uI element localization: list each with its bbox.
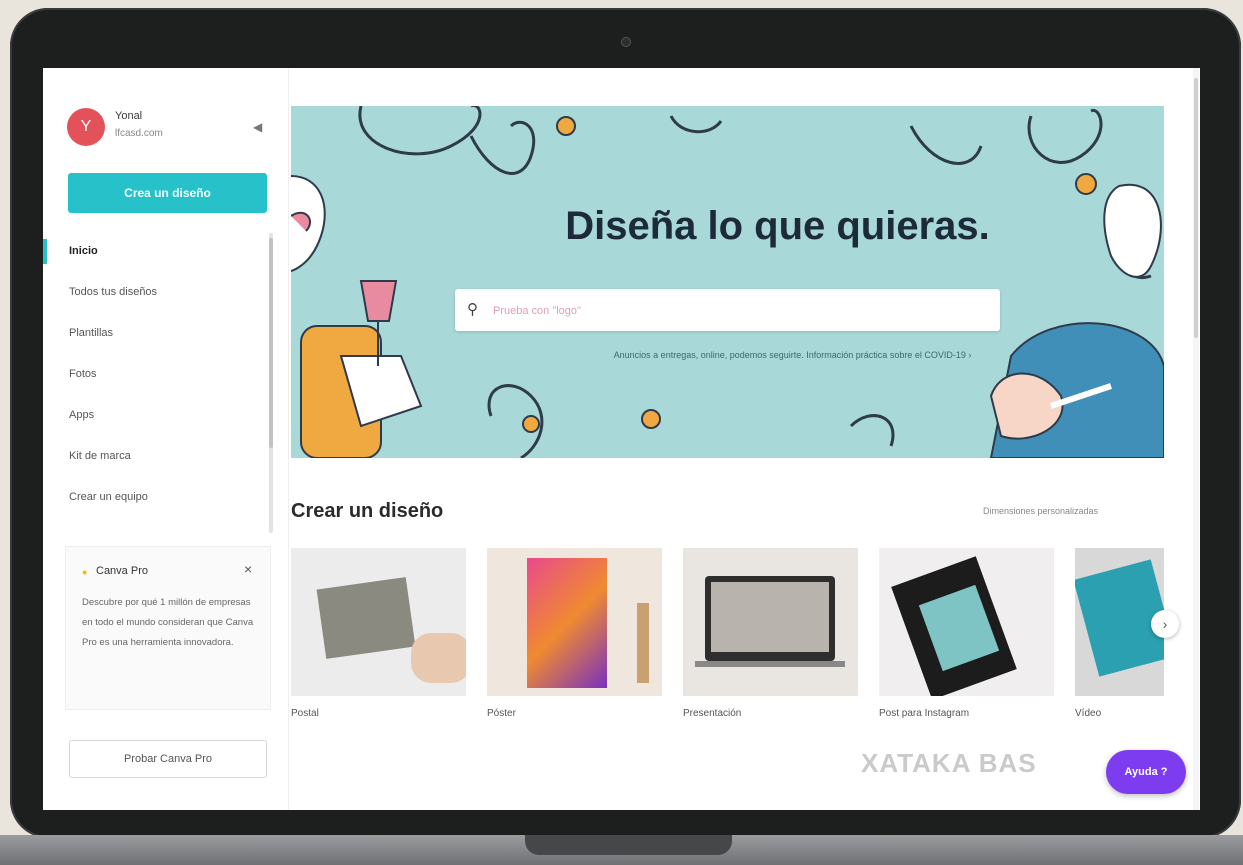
pro-card-text: Descubre por qué 1 millón de empresas en… — [82, 597, 254, 648]
sidebar-item-apps[interactable]: Apps — [43, 395, 273, 436]
avatar[interactable]: Y — [67, 108, 105, 146]
search-icon: ⚲ — [467, 301, 478, 318]
card-label: Póster — [487, 708, 516, 719]
pro-card-title: Canva Pro — [96, 565, 148, 577]
sidebar-item-templates[interactable]: Plantillas — [43, 313, 273, 354]
search-bar[interactable]: ⚲ — [455, 289, 1000, 331]
design-card-presentation[interactable]: Presentación — [683, 548, 858, 719]
close-icon[interactable]: × — [244, 561, 252, 577]
collapse-icon[interactable]: ◀ — [253, 120, 262, 134]
card-thumbnail — [683, 548, 858, 696]
webcam — [621, 37, 631, 47]
design-card-video[interactable]: Vídeo — [1075, 548, 1164, 719]
main-content: Diseña lo que quieras. ⚲ Anuncios a entr… — [289, 68, 1200, 810]
search-input[interactable] — [491, 297, 985, 325]
sidebar-scroll-thumb[interactable] — [269, 238, 273, 448]
carousel-next-icon[interactable]: › — [1151, 610, 1179, 638]
main-scroll-thumb[interactable] — [1194, 78, 1198, 338]
hero-banner: Diseña lo que quieras. ⚲ Anuncios a entr… — [291, 106, 1164, 458]
sidebar-item-create-team[interactable]: Crear un equipo — [43, 477, 273, 518]
canva-pro-card: ● Canva Pro × Descubre por qué 1 millón … — [65, 546, 271, 710]
card-label: Post para Instagram — [879, 708, 970, 719]
design-card-postcard[interactable]: Postal — [291, 548, 466, 719]
try-pro-button[interactable]: Probar Canva Pro — [69, 740, 267, 778]
design-card-poster[interactable]: Póster — [487, 548, 662, 719]
sidebar-item-brand-kit[interactable]: Kit de marca — [43, 436, 273, 477]
card-label: Postal — [291, 708, 319, 719]
custom-dimensions-link[interactable]: Dimensiones personalizadas — [983, 506, 1098, 516]
card-thumbnail — [487, 548, 662, 696]
laptop-notch — [525, 835, 732, 855]
design-card-instagram-post[interactable]: Post para Instagram — [879, 548, 1054, 719]
covid-info-link[interactable]: Anuncios a entregas, online, podemos seg… — [291, 350, 1164, 360]
card-thumbnail — [879, 548, 1054, 696]
crown-icon: ● — [82, 567, 88, 577]
hero-title: Diseña lo que quieras. — [565, 204, 990, 248]
sidebar-nav: Inicio Todos tus diseños Plantillas Foto… — [43, 231, 273, 518]
section-title: Crear un diseño — [291, 500, 444, 522]
card-label: Presentación — [683, 708, 742, 719]
sidebar-item-home[interactable]: Inicio — [43, 231, 273, 272]
sidebar: Y Yonal lfcasd.com ◀ Crea un diseño Inic… — [43, 68, 289, 810]
hero-illustration — [291, 106, 1164, 458]
app-window: Y Yonal lfcasd.com ◀ Crea un diseño Inic… — [43, 68, 1200, 810]
user-name: Yonal — [115, 110, 143, 122]
card-label: Vídeo — [1075, 708, 1102, 719]
card-thumbnail — [291, 548, 466, 696]
sidebar-item-all-designs[interactable]: Todos tus diseños — [43, 272, 273, 313]
design-carousel: Postal Póster Presentación Post para Ins… — [291, 548, 1164, 728]
sidebar-item-photos[interactable]: Fotos — [43, 354, 273, 395]
create-design-button[interactable]: Crea un diseño — [68, 173, 267, 213]
user-email: lfcasd.com — [115, 128, 163, 139]
watermark: XATAKA BAS — [861, 748, 1037, 778]
help-button[interactable]: Ayuda ? — [1106, 750, 1186, 794]
